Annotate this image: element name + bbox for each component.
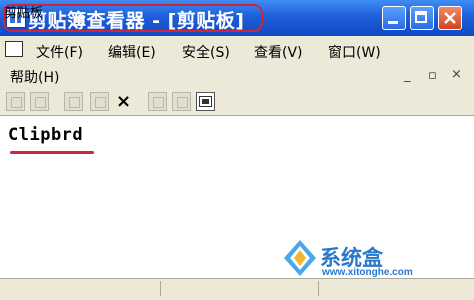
watermark-logo-icon bbox=[284, 240, 316, 276]
menu-file[interactable]: 文件(F) bbox=[36, 42, 83, 62]
title-bar[interactable]: 剪贴簿查看器 - [剪贴板] bbox=[0, 0, 474, 36]
close-button[interactable] bbox=[438, 6, 462, 30]
table-of-contents-button[interactable] bbox=[148, 92, 167, 111]
thumbnails-button[interactable] bbox=[172, 92, 191, 111]
status-divider bbox=[160, 281, 161, 296]
clipboard-format-text: Clipbrd bbox=[8, 125, 84, 145]
minimize-button[interactable] bbox=[382, 6, 406, 30]
disconnect-button[interactable] bbox=[30, 92, 49, 111]
menu-security[interactable]: 安全(S) bbox=[182, 42, 230, 62]
status-divider bbox=[318, 281, 319, 296]
menu-help[interactable]: 帮助(H) bbox=[10, 67, 59, 87]
full-page-icon bbox=[199, 96, 212, 107]
stop-sharing-button[interactable] bbox=[90, 92, 109, 111]
delete-button[interactable]: × bbox=[114, 92, 133, 111]
menu-window[interactable]: 窗口(W) bbox=[328, 42, 381, 62]
share-button[interactable] bbox=[64, 92, 83, 111]
watermark-url: www.xitonghe.com bbox=[322, 267, 413, 278]
mdi-restore-button[interactable]: ▫ bbox=[428, 68, 437, 83]
maximize-button[interactable] bbox=[410, 6, 434, 30]
menu-view[interactable]: 查看(V) bbox=[254, 42, 303, 62]
mdi-minimize-button[interactable]: _ bbox=[404, 68, 411, 83]
full-page-button[interactable] bbox=[196, 92, 215, 111]
close-icon bbox=[444, 12, 456, 24]
menu-edit[interactable]: 编辑(E) bbox=[108, 42, 156, 62]
text-underline-annotation bbox=[10, 151, 94, 154]
connect-button[interactable] bbox=[6, 92, 25, 111]
status-bar bbox=[0, 278, 474, 300]
status-text: 剪贴板 bbox=[4, 6, 44, 21]
document-icon[interactable] bbox=[5, 41, 23, 57]
mdi-close-button[interactable]: × bbox=[451, 67, 462, 82]
